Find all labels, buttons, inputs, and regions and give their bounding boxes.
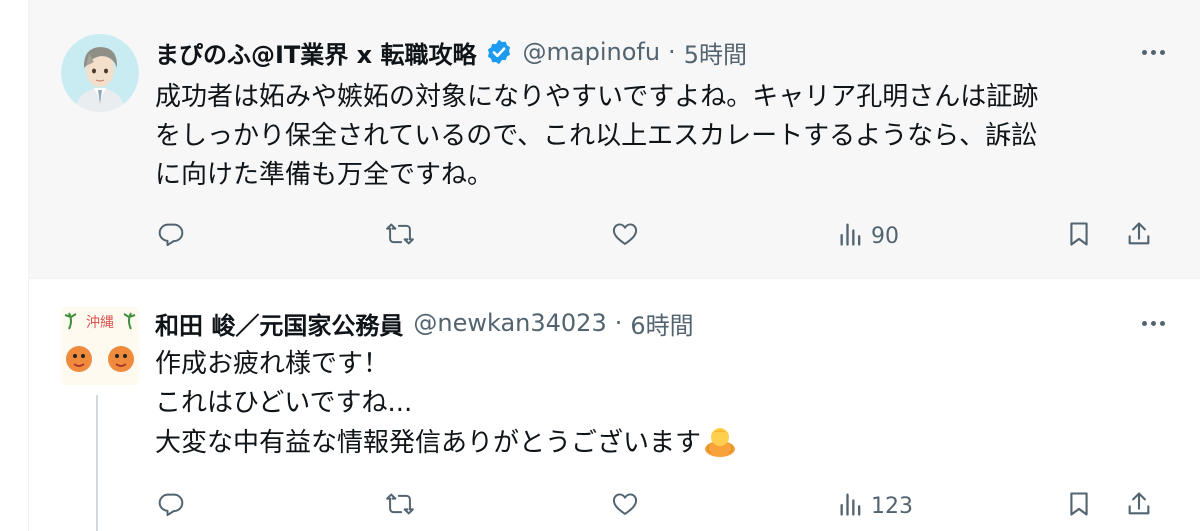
avatar[interactable] bbox=[61, 34, 139, 112]
tweet-actions: 90 bbox=[29, 216, 1200, 256]
tweet[interactable]: 沖縄 和田 峻／元国家公務員 @newkan34023 · 6時間 作成お疲れ様… bbox=[29, 279, 1200, 531]
retweet-button[interactable] bbox=[386, 486, 414, 526]
handle[interactable]: @mapinofu bbox=[523, 38, 661, 66]
share-button[interactable] bbox=[1125, 216, 1153, 256]
bookmark-button[interactable] bbox=[1065, 486, 1093, 526]
retweet-icon bbox=[386, 490, 414, 522]
more-icon[interactable] bbox=[1133, 35, 1173, 69]
like-button[interactable] bbox=[611, 486, 639, 526]
avatar-text: 沖縄 bbox=[86, 315, 114, 331]
timestamp[interactable]: 5時間 bbox=[684, 35, 747, 70]
reply-button[interactable] bbox=[157, 216, 185, 256]
like-icon bbox=[611, 490, 639, 522]
display-name[interactable]: 和田 峻／元国家公務員 bbox=[155, 306, 403, 341]
tweet[interactable]: まぴのふ@IT業界 x 転職攻略 @mapinofu · 5時間 成功者は妬みや… bbox=[29, 0, 1200, 278]
timestamp[interactable]: 6時間 bbox=[630, 306, 693, 341]
bookmark-button[interactable] bbox=[1065, 216, 1093, 256]
display-name[interactable]: まぴのふ@IT業界 x 転職攻略 bbox=[155, 35, 477, 70]
tweet-text: 成功者は妬みや嫉妬の対象になりやすいですよね。キャリア孔明さんは証跡 をしっかり… bbox=[155, 82, 1039, 190]
timeline: まぴのふ@IT業界 x 転職攻略 @mapinofu · 5時間 成功者は妬みや… bbox=[28, 0, 1200, 531]
like-button[interactable] bbox=[611, 216, 639, 256]
views-icon bbox=[837, 490, 865, 522]
verified-badge-icon bbox=[485, 38, 513, 66]
reply-icon bbox=[157, 220, 185, 252]
views-button[interactable]: 90 bbox=[837, 216, 899, 256]
reply-icon bbox=[157, 490, 185, 522]
bookmark-icon bbox=[1065, 490, 1093, 522]
retweet-button[interactable] bbox=[386, 216, 414, 256]
tweet-text-body: 作成お疲れ様です！ これはひどいですね... 大変な中有益な情報発信ありがとうご… bbox=[155, 349, 702, 458]
avatar[interactable]: 沖縄 bbox=[61, 307, 139, 385]
person-bowing-emoji bbox=[703, 423, 737, 457]
tweet-actions: 123 bbox=[29, 486, 1200, 526]
share-icon bbox=[1125, 490, 1153, 522]
share-button[interactable] bbox=[1125, 486, 1153, 526]
like-icon bbox=[611, 220, 639, 252]
handle[interactable]: @newkan34023 bbox=[413, 309, 606, 337]
tweet-text: 作成お疲れ様です！ これはひどいですね... 大変な中有益な情報発信ありがとうご… bbox=[155, 345, 737, 463]
views-count: 123 bbox=[871, 493, 913, 519]
separator-dot: · bbox=[614, 309, 623, 337]
views-button[interactable]: 123 bbox=[837, 486, 913, 526]
separator-dot: · bbox=[668, 38, 676, 66]
views-count: 90 bbox=[871, 223, 899, 249]
share-icon bbox=[1125, 220, 1153, 252]
bookmark-icon bbox=[1065, 220, 1093, 252]
tweet-header: まぴのふ@IT業界 x 転職攻略 @mapinofu · 5時間 bbox=[155, 35, 747, 69]
retweet-icon bbox=[386, 220, 414, 252]
reply-button[interactable] bbox=[157, 486, 185, 526]
more-icon[interactable] bbox=[1133, 306, 1173, 340]
tweet-header: 和田 峻／元国家公務員 @newkan34023 · 6時間 bbox=[155, 306, 694, 340]
views-icon bbox=[837, 220, 865, 252]
